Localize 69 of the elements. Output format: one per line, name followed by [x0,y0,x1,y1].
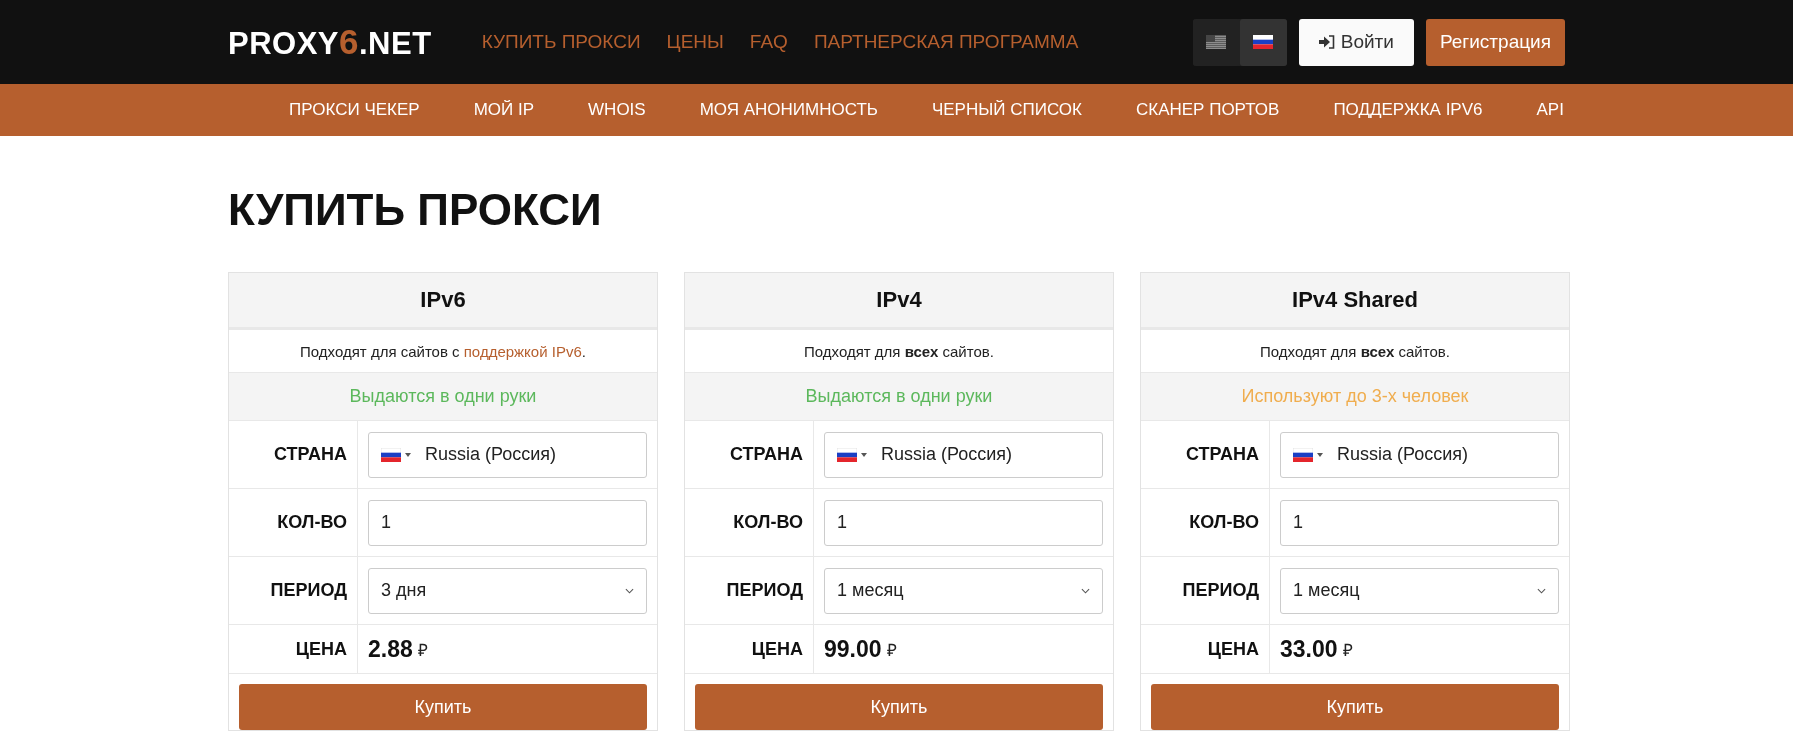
russia-flag-icon [837,447,857,462]
quantity-input[interactable]: 1 [824,499,1103,546]
caret-icon [405,452,411,457]
field-label: КОЛ-ВО [733,512,803,533]
card-description: Подходят для сайтов с поддержкой IPv6. [300,342,586,360]
field-label: ПЕРИОД [1182,580,1259,601]
login-button[interactable]: Войти [1298,18,1414,66]
nav-link[interactable]: ПАРТНЕРСКАЯ ПРОГРАММА [813,31,1079,53]
caret-icon [1317,452,1323,457]
nav-link[interactable]: FAQ [749,31,788,53]
field-label: ЦЕНА [295,638,347,660]
currency-sign: ₽ [417,639,428,661]
country-select[interactable]: Russia (Россия) [368,431,647,478]
tools-nav-link[interactable]: WHOIS [588,100,646,120]
field-label: ЦЕНА [1207,638,1259,660]
card-title: IPv4 [685,273,1113,330]
card-description: Подходят для всех сайтов. [1260,342,1450,360]
tools-nav-link[interactable]: ПОДДЕРЖКА IPV6 [1333,100,1483,120]
quantity-input[interactable]: 1 [368,499,647,546]
card-title: IPv6 [229,273,657,330]
nav-link[interactable]: ЦЕНЫ [666,31,724,53]
country-select[interactable]: Russia (Россия) [1280,431,1559,478]
field-label: КОЛ-ВО [277,512,347,533]
period-select[interactable]: 1 месяц [824,567,1103,614]
chevron-down-icon [1537,587,1546,594]
page-title: КУПИТЬ ПРОКСИ [228,184,603,236]
tools-nav-link[interactable]: ПРОКСИ ЧЕКЕР [289,100,420,120]
field-label: ЦЕНА [751,638,803,660]
field-label: СТРАНА [730,444,803,465]
field-label: ПЕРИОД [270,580,347,601]
currency-sign: ₽ [1342,639,1353,661]
buy-button[interactable]: Купить [239,684,647,730]
period-select[interactable]: 1 месяц [1280,567,1559,614]
chevron-down-icon [1081,587,1090,594]
tools-nav-link[interactable]: СКАНЕР ПОРТОВ [1136,100,1280,120]
tools-nav-link[interactable]: МОЙ IP [473,100,535,120]
tools-nav-link[interactable]: МОЯ АНОНИМНОСТЬ [699,100,878,120]
language-button[interactable] [1239,18,1287,66]
tools-nav-link[interactable]: API [1536,100,1564,120]
russia-flag-icon [1253,35,1274,49]
period-select[interactable]: 3 дня [368,567,647,614]
caret-icon [861,452,867,457]
currency-sign: ₽ [886,639,897,661]
field-label: КОЛ-ВО [1189,512,1259,533]
usage-note: Используют до 3-х человек [1241,386,1469,407]
chevron-down-icon [625,587,634,594]
russia-flag-icon [381,447,401,462]
register-button[interactable]: Регистрация [1425,18,1565,66]
russia-flag-icon [1293,447,1313,462]
card-title: IPv4 Shared [1141,273,1569,330]
us-flag-icon [1206,35,1227,49]
support-link[interactable]: поддержкой IPv6 [463,342,582,360]
price-amount: 33.00 [1280,635,1338,663]
field-label: СТРАНА [1186,444,1259,465]
field-label: СТРАНА [274,444,347,465]
country-select[interactable]: Russia (Россия) [824,431,1103,478]
usage-note: Выдаются в одни руки [349,386,537,407]
card-description: Подходят для всех сайтов. [804,342,994,360]
quantity-input[interactable]: 1 [1280,499,1559,546]
price-amount: 99.00 [824,635,882,663]
usage-note: Выдаются в одни руки [805,386,993,407]
price-amount: 2.88 [368,635,413,663]
buy-button[interactable]: Купить [695,684,1103,730]
field-label: ПЕРИОД [726,580,803,601]
sign-in-icon [1318,35,1335,49]
buy-button[interactable]: Купить [1151,684,1559,730]
nav-link[interactable]: КУПИТЬ ПРОКСИ [481,31,641,53]
tools-nav-link[interactable]: ЧЕРНЫЙ СПИСОК [931,100,1082,120]
logo[interactable]: PROXY6.NET [228,22,432,62]
